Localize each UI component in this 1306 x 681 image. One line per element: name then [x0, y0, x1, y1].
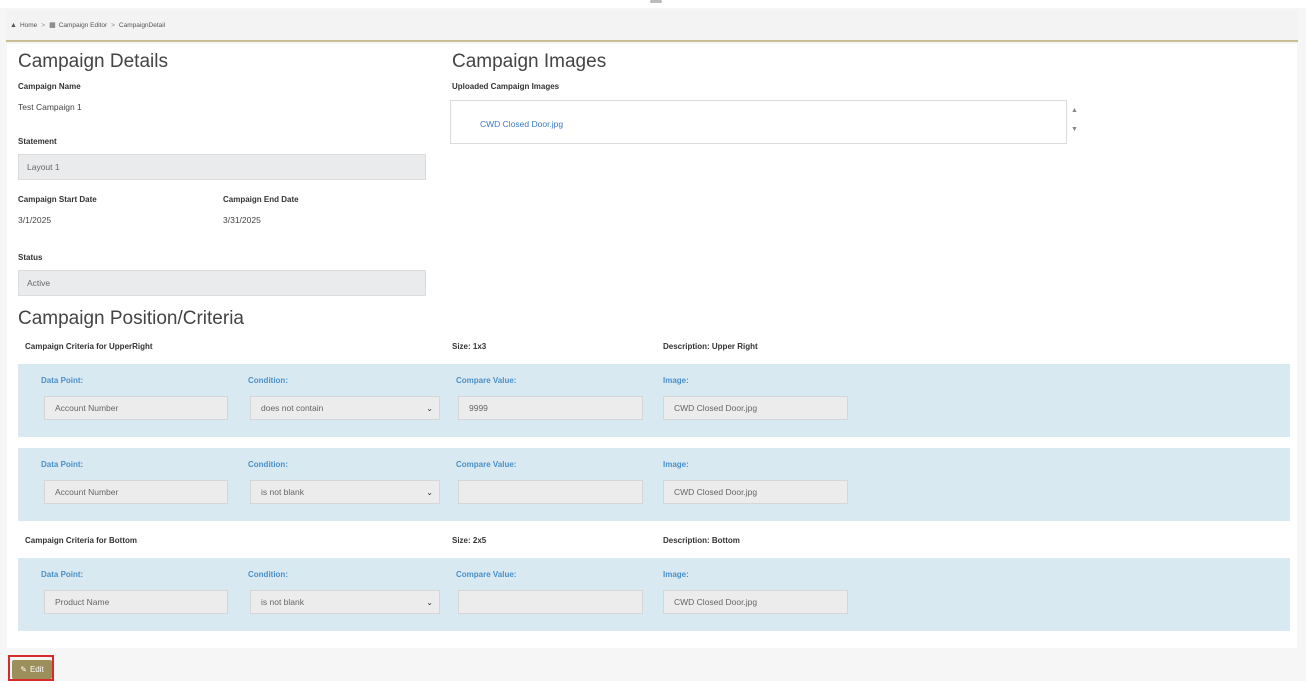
- scroll-up-icon[interactable]: ▲: [1071, 107, 1078, 114]
- compare-value-label: Compare Value:: [456, 376, 517, 385]
- statement-field: Layout 1: [18, 154, 426, 180]
- data-point-field[interactable]: Account Number: [44, 480, 228, 504]
- condition-select[interactable]: does not contain ⌄: [250, 396, 440, 420]
- end-date-value: 3/31/2025: [223, 215, 261, 225]
- campaign-name-value: Test Campaign 1: [18, 102, 82, 112]
- condition-select[interactable]: is not blank ⌄: [250, 480, 440, 504]
- condition-value: does not contain: [261, 403, 324, 413]
- image-field[interactable]: CWD Closed Door.jpg: [663, 396, 848, 420]
- compare-value-field[interactable]: [458, 480, 643, 504]
- condition-value: is not blank: [261, 597, 304, 607]
- criteria-row: Data Point: Condition: Compare Value: Im…: [18, 364, 1290, 437]
- top-strip: [0, 0, 1306, 8]
- group-size: Size: 2x5: [452, 536, 487, 545]
- image-label: Image:: [663, 570, 689, 579]
- details-title: Campaign Details: [18, 51, 168, 72]
- group-header: Campaign Criteria for Bottom: [25, 536, 138, 545]
- status-field: Active: [18, 270, 426, 296]
- breadcrumb-editor[interactable]: Campaign Editor: [59, 22, 107, 29]
- compare-value-field[interactable]: 9999: [458, 396, 643, 420]
- condition-label: Condition:: [248, 570, 288, 579]
- chevron-down-icon: ⌄: [426, 488, 433, 497]
- data-point-label: Data Point:: [41, 376, 84, 385]
- condition-value: is not blank: [261, 487, 304, 497]
- uploaded-images-list[interactable]: CWD Closed Door.jpg: [450, 100, 1067, 144]
- scroll-indicator: [650, 0, 662, 3]
- uploaded-images-label: Uploaded Campaign Images: [452, 82, 560, 91]
- group-header: Campaign Criteria for UpperRight: [25, 342, 153, 351]
- condition-label: Condition:: [248, 376, 288, 385]
- breadcrumb-home[interactable]: Home: [20, 22, 37, 29]
- image-file-link[interactable]: CWD Closed Door.jpg: [480, 119, 563, 129]
- criteria-row: Data Point: Condition: Compare Value: Im…: [18, 448, 1290, 521]
- image-field[interactable]: CWD Closed Door.jpg: [663, 590, 848, 614]
- images-title: Campaign Images: [452, 51, 607, 72]
- end-date-label: Campaign End Date: [223, 195, 299, 204]
- grid-icon: ▦: [49, 22, 56, 29]
- group-description: Description: Upper Right: [663, 342, 758, 351]
- chevron-right-icon: >: [41, 21, 46, 29]
- campaign-name-label: Campaign Name: [18, 82, 81, 91]
- image-label: Image:: [663, 460, 689, 469]
- condition-select[interactable]: is not blank ⌄: [250, 590, 440, 614]
- scroll-down-icon[interactable]: ▼: [1071, 126, 1078, 133]
- edit-label: Edit: [29, 665, 44, 674]
- compare-value-field[interactable]: [458, 590, 643, 614]
- data-point-label: Data Point:: [41, 570, 84, 579]
- chevron-down-icon: ⌄: [426, 404, 433, 413]
- compare-value-label: Compare Value:: [456, 570, 517, 579]
- start-date-label: Campaign Start Date: [18, 195, 97, 204]
- data-point-label: Data Point:: [41, 460, 84, 469]
- condition-label: Condition:: [248, 460, 288, 469]
- edit-button[interactable]: ✎ Edit: [12, 660, 52, 679]
- image-field[interactable]: CWD Closed Door.jpg: [663, 480, 848, 504]
- data-point-field[interactable]: Product Name: [44, 590, 228, 614]
- image-label: Image:: [663, 376, 689, 385]
- status-label: Status: [18, 253, 43, 262]
- home-icon: ▲: [10, 21, 17, 29]
- group-description: Description: Bottom: [663, 536, 740, 545]
- statement-label: Statement: [18, 137, 57, 146]
- criteria-title: Campaign Position/Criteria: [18, 308, 244, 329]
- start-date-value: 3/1/2025: [18, 215, 52, 225]
- group-size: Size: 1x3: [452, 342, 487, 351]
- breadcrumb: ▲ Home > ▦ Campaign Editor > CampaignDet…: [6, 10, 1298, 42]
- chevron-right-icon: >: [111, 21, 115, 29]
- campaign-detail-card: Campaign Details Campaign Name Test Camp…: [7, 44, 1297, 648]
- data-point-field[interactable]: Account Number: [44, 396, 228, 420]
- criteria-row: Data Point: Condition: Compare Value: Im…: [18, 558, 1290, 631]
- chevron-down-icon: ⌄: [426, 598, 433, 607]
- compare-value-label: Compare Value:: [456, 460, 517, 469]
- edit-icon: ✎: [20, 665, 27, 674]
- breadcrumb-current: CampaignDetail: [118, 21, 166, 29]
